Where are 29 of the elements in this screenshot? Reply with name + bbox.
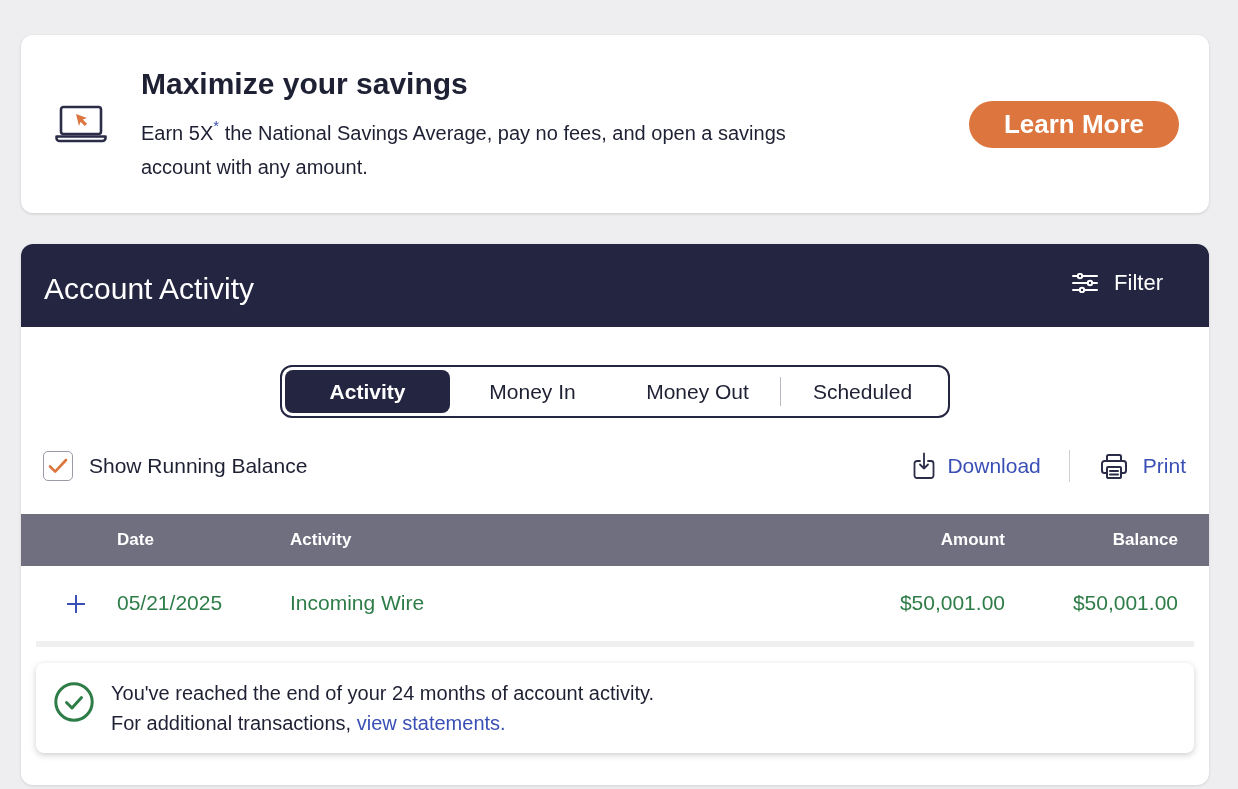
filter-icon bbox=[1072, 272, 1099, 293]
column-header: Amount bbox=[939, 529, 1005, 552]
printer-icon bbox=[1100, 453, 1127, 479]
tab[interactable]: Scheduled bbox=[780, 370, 945, 413]
plus-icon[interactable] bbox=[67, 594, 85, 613]
tab[interactable]: Activity bbox=[285, 370, 450, 413]
checkbox-label: Show Running Balance bbox=[89, 453, 308, 480]
laptop-icon bbox=[55, 105, 107, 143]
table-cell-text: $50,001.00 bbox=[898, 590, 1005, 617]
column-header: Activity bbox=[290, 529, 353, 552]
table-cell-text: Incoming Wire bbox=[290, 590, 426, 617]
checkbox[interactable] bbox=[43, 451, 73, 481]
table-cell-text: 05/21/2025 bbox=[117, 590, 224, 617]
tab[interactable]: Money In bbox=[450, 370, 615, 413]
tab[interactable]: Money Out bbox=[615, 370, 780, 413]
column-header: Date bbox=[117, 529, 155, 552]
view-statements-link[interactable]: view statements. bbox=[356, 712, 506, 734]
promo-text: Earn 5X$^{*}$ the National Savings Average, pay no fees, and open a savings account with any amount. bbox=[141, 116, 787, 180]
download-icon bbox=[913, 452, 936, 480]
tick-icon bbox=[48, 458, 68, 474]
notice-message: You've reached the end of your 24 months of account activity. For additional transactions, view statements. bbox=[111, 681, 655, 736]
panel-title: Account Activity bbox=[44, 270, 255, 307]
check-circle-icon bbox=[54, 682, 94, 722]
print-link[interactable]: Print bbox=[1100, 450, 1186, 482]
column-header: Balance bbox=[1111, 529, 1178, 552]
promo-title: Maximize your savings bbox=[141, 66, 469, 102]
table-cell-text: $50,001.00 bbox=[1071, 590, 1178, 617]
filter-button[interactable]: Filter bbox=[1072, 268, 1163, 297]
download-link[interactable]: Download bbox=[913, 450, 1041, 482]
